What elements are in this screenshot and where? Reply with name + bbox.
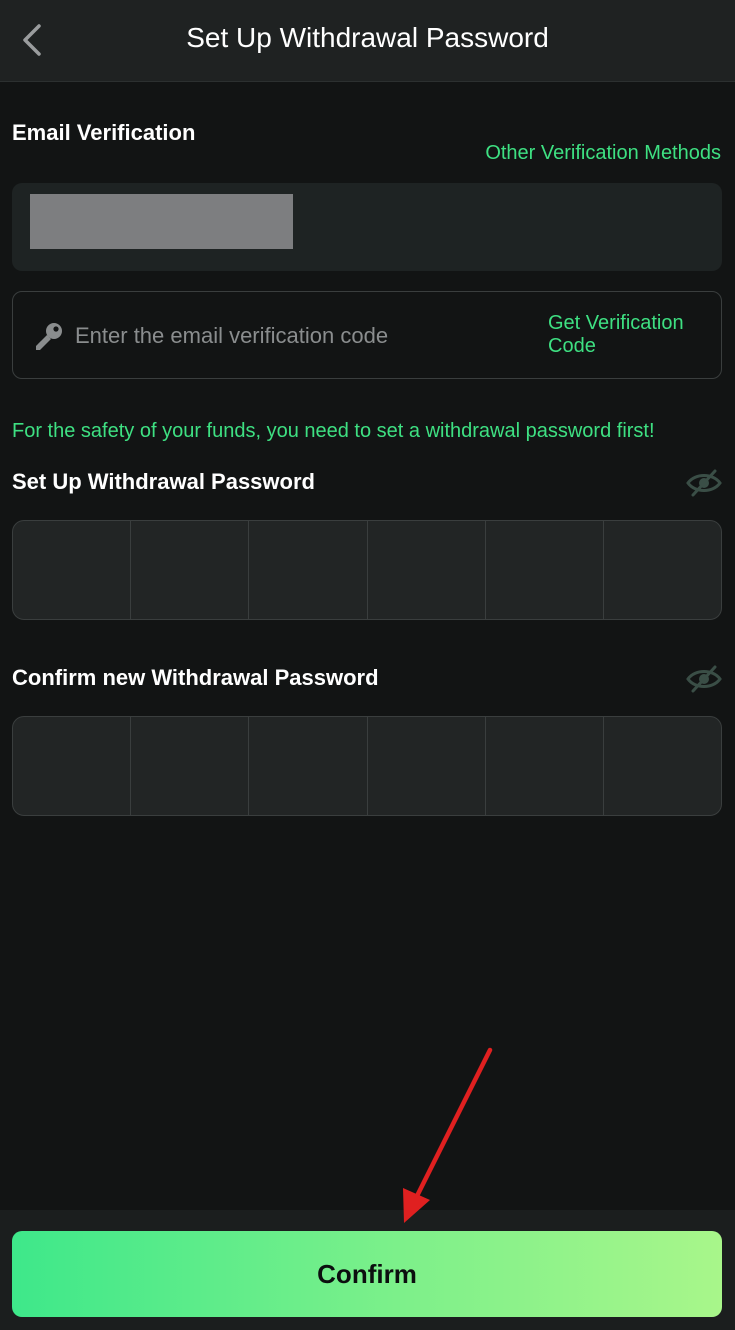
verification-code-input[interactable] — [73, 316, 533, 356]
eye-off-icon[interactable] — [685, 664, 723, 694]
confirm-digit-2[interactable] — [131, 717, 250, 815]
confirm-digit-1[interactable] — [13, 717, 132, 815]
email-display-field — [12, 183, 722, 271]
redacted-email — [30, 194, 293, 249]
password-digit-3[interactable] — [249, 521, 368, 619]
get-verification-code-button[interactable]: Get Verification Code — [548, 312, 708, 358]
other-verification-methods-link[interactable]: Other Verification Methods — [485, 142, 721, 165]
confirm-password-input[interactable] — [12, 716, 722, 816]
email-verification-label: Email Verification — [12, 120, 196, 145]
password-digit-1[interactable] — [13, 521, 132, 619]
eye-off-icon[interactable] — [685, 468, 723, 498]
confirm-button[interactable]: Confirm — [12, 1231, 722, 1317]
password-digit-5[interactable] — [486, 521, 604, 619]
confirm-digit-4[interactable] — [368, 717, 486, 815]
password-digit-4[interactable] — [368, 521, 486, 619]
page-title: Set Up Withdrawal Password — [186, 22, 549, 53]
withdrawal-password-label: Set Up Withdrawal Password — [12, 469, 315, 494]
confirm-password-label: Confirm new Withdrawal Password — [12, 665, 379, 690]
confirm-digit-3[interactable] — [249, 717, 368, 815]
password-digit-6[interactable] — [604, 521, 721, 619]
safety-notice: For the safety of your funds, you need t… — [12, 420, 655, 442]
key-icon — [36, 323, 62, 350]
verification-code-field[interactable]: Get Verification Code — [12, 291, 722, 379]
annotation-arrow-icon — [403, 1047, 493, 1223]
top-bar: Set Up Withdrawal Password — [0, 0, 735, 82]
confirm-digit-5[interactable] — [486, 717, 604, 815]
confirm-digit-6[interactable] — [604, 717, 721, 815]
password-digit-2[interactable] — [131, 521, 250, 619]
withdrawal-password-input[interactable] — [12, 520, 722, 620]
